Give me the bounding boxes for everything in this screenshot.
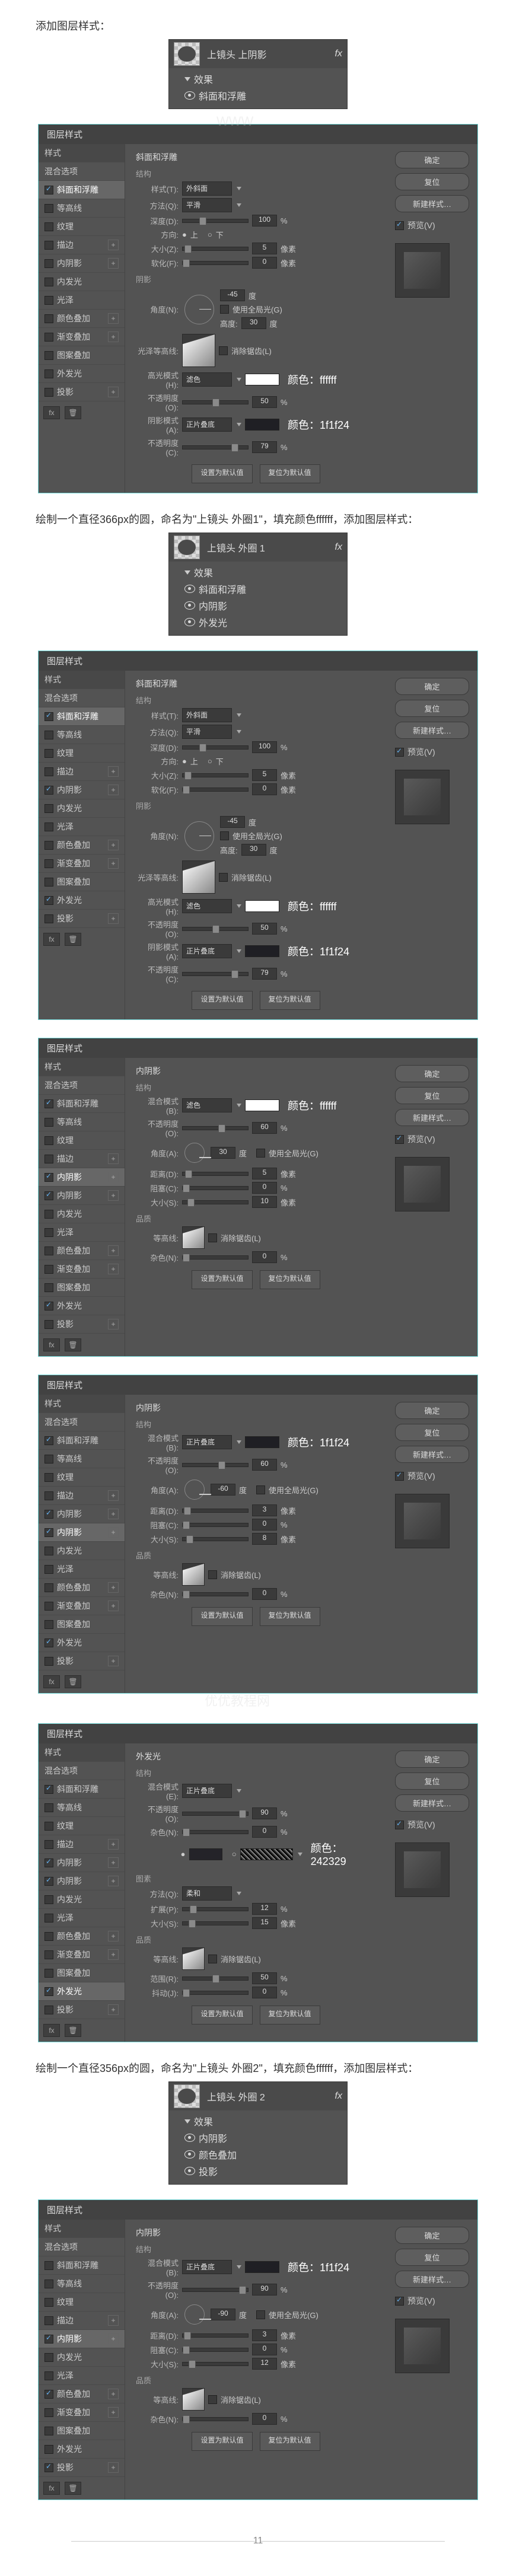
contour-picker[interactable] (182, 334, 215, 367)
highlight-color[interactable] (245, 374, 279, 385)
layer-style-dialog-3: 图层样式 样式 混合选项 斜面和浮雕 等高线 纹理 描边+ 内阴影+ 内阴影+ … (38, 1038, 478, 1357)
ok-button[interactable]: 确定 (395, 151, 469, 168)
dialog-actions: 确定 复位 新建样式… 预览(V) (387, 144, 477, 493)
new-style-button[interactable]: 新建样式… (395, 195, 469, 212)
effects-label: 效果 (194, 72, 213, 86)
sidebar-grad-overlay[interactable]: 渐变叠加+ (39, 328, 125, 346)
sidebar-styles[interactable]: 样式 (39, 144, 125, 162)
instruction-3: 绘制一个直径356px的圆，命名为"上镜头 外圈2"，填充颜色ffffff，添加… (36, 2060, 480, 2076)
layer-effects-panel-2: 上镜头 外圈 1 fx 效果 斜面和浮雕 内阴影 外发光 (168, 533, 348, 636)
glow-color[interactable] (189, 1848, 222, 1860)
color-annotation: 颜色：242329 (311, 1840, 376, 1868)
altitude-input[interactable]: 30 (241, 317, 266, 329)
angle-input[interactable]: -45 (220, 289, 245, 301)
depth-slider[interactable] (182, 219, 249, 223)
layer-thumbnail (174, 2084, 200, 2108)
color-annotation: 颜色：1f1f24 (288, 2259, 349, 2275)
layer-thumbnail (174, 42, 200, 66)
glow-gradient[interactable] (240, 1848, 293, 1860)
sidebar-drop-shadow[interactable]: 投影+ (39, 383, 125, 401)
color-annotation: 颜色：1f1f24 (288, 1434, 349, 1450)
layer-name: 上镜头 外圈 2 (207, 2089, 265, 2103)
sidebar-bevel[interactable]: 斜面和浮雕 (39, 181, 125, 199)
sidebar-satin[interactable]: 光泽 (39, 291, 125, 310)
layer-effects-panel-3: 上镜头 外圈 2 fx 效果 内阴影 颜色叠加 投影 (168, 2081, 348, 2185)
layer-thumbnail (174, 535, 200, 559)
fx-icon: fx (335, 49, 342, 59)
size-slider[interactable] (182, 247, 249, 251)
sidebar-pat-overlay[interactable]: 图案叠加 (39, 346, 125, 365)
instruction-2: 绘制一个直径366px的圆，命名为"上镜头 外圈1"，填充颜色ffffff，添加… (36, 511, 480, 527)
checkbox-icon[interactable] (44, 186, 53, 195)
settings-panel: 斜面和浮雕 结构 样式(T):外斜面 方法(Q):平滑 深度(D):100% 方… (125, 144, 387, 493)
effect-bevel: 斜面和浮雕 (199, 88, 246, 103)
section-title: 斜面和浮雕 (136, 151, 376, 163)
preview-swatch (395, 243, 450, 298)
sidebar-stroke[interactable]: 描边+ (39, 236, 125, 254)
add-icon[interactable]: + (108, 240, 119, 250)
sidebar-inner-glow[interactable]: 内发光 (39, 273, 125, 291)
shadow-color[interactable] (245, 419, 279, 431)
subsection: 阴影 (136, 273, 376, 285)
layer-name: 上镜头 外圈 1 (207, 540, 265, 554)
trash-icon[interactable]: 🗑 (65, 406, 81, 419)
layer-style-dialog-2: 图层样式 样式 混合选项 斜面和浮雕 等高线 纹理 描边+ 内阴影+ 内发光 光… (38, 651, 478, 1020)
layer-style-dialog-5: 图层样式 样式 混合选项 斜面和浮雕 等高线 纹理 描边+ 内阴影+ 内阴影+ … (38, 1723, 478, 2042)
cancel-button[interactable]: 复位 (395, 173, 469, 190)
layer-style-dialog-4: 图层样式 样式 混合选项 斜面和浮雕 等高线 纹理 描边+ 内阴影+ 内阴影+ … (38, 1375, 478, 1694)
tech-select[interactable]: 平滑 (182, 198, 232, 212)
sidebar-outer-glow[interactable]: 外发光 (39, 365, 125, 383)
angle-control[interactable] (184, 295, 214, 324)
color-annotation: 颜色：ffffff (288, 372, 336, 387)
preview-label: 预览(V) (407, 219, 435, 231)
effects-sidebar: 样式 混合选项 斜面和浮雕 等高线 纹理 描边+ 内阴影+ 内发光 光泽 颜色叠… (39, 144, 125, 493)
page-number: 11 (36, 2518, 480, 2564)
layer-style-dialog-6: 图层样式 样式 混合选项 斜面和浮雕 等高线 纹理 描边+ 内阴影+ 内发光 光… (38, 2199, 478, 2500)
sidebar-blend[interactable]: 混合选项 (39, 162, 125, 181)
layer-style-dialog-1: 图层样式 样式 混合选项 斜面和浮雕 等高线 纹理 描边+ 内阴影+ 内发光 光… (38, 124, 478, 493)
dialog-title: 图层样式 (39, 125, 477, 144)
reset-default-button[interactable]: 复位为默认值 (260, 464, 320, 483)
depth-input[interactable]: 100 (252, 215, 277, 227)
soften-input[interactable]: 0 (252, 257, 277, 269)
watermark: 优优教程网 (205, 1691, 270, 1710)
style-select[interactable]: 外斜面 (182, 181, 232, 196)
layer-name: 上镜头 上阴影 (207, 47, 266, 61)
fx-icon: fx (335, 542, 342, 553)
sidebar-contour[interactable]: 等高线 (39, 199, 125, 218)
instruction-1: 添加图层样式： (36, 18, 480, 33)
set-default-button[interactable]: 设置为默认值 (192, 464, 252, 483)
size-input[interactable]: 5 (252, 243, 277, 254)
fx-icon: fx (335, 2091, 342, 2102)
disclosure-icon[interactable] (184, 77, 190, 81)
fx-button[interactable]: fx (43, 406, 60, 419)
highlight-mode[interactable]: 滤色 (182, 372, 232, 387)
color-annotation: 颜色：ffffff (288, 1098, 336, 1113)
sidebar-texture[interactable]: 纹理 (39, 218, 125, 236)
visibility-icon[interactable] (184, 91, 195, 100)
shadow-mode[interactable]: 正片叠底 (182, 417, 232, 432)
soften-slider[interactable] (182, 261, 249, 265)
sidebar-color-overlay[interactable]: 颜色叠加+ (39, 310, 125, 328)
sidebar-inner-shadow[interactable]: 内阴影+ (39, 254, 125, 273)
color-annotation: 颜色：1f1f24 (288, 417, 349, 432)
checkbox-icon[interactable] (44, 204, 53, 213)
layer-effects-panel-1: 上镜头 上阴影 fx 效果 斜面和浮雕 (168, 39, 348, 109)
subsection: 结构 (136, 168, 376, 179)
